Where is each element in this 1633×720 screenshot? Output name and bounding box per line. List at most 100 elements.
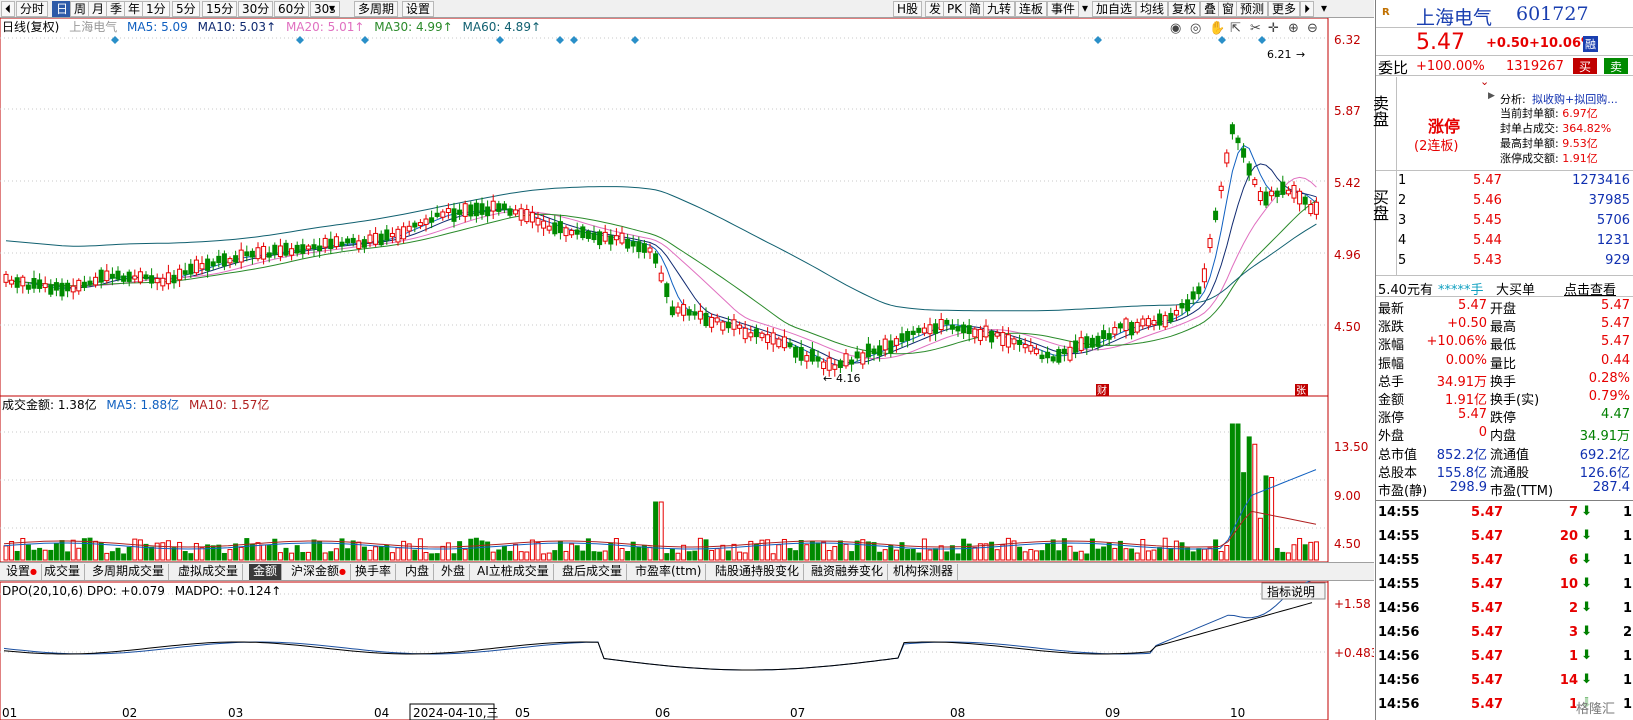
events-button[interactable]: 事件 bbox=[1047, 1, 1080, 17]
ind-tab-settings[interactable]: 设置● bbox=[2, 564, 42, 580]
indicator-help-label: 指标说明 bbox=[1267, 584, 1315, 599]
period-tab-year[interactable]: 年 bbox=[124, 1, 145, 17]
big-order-link[interactable]: 点击查看 bbox=[1564, 279, 1616, 298]
candle-body bbox=[1196, 286, 1202, 295]
period-tab-day[interactable]: 日 bbox=[52, 1, 73, 17]
candle-body bbox=[406, 225, 412, 232]
period-tab-intraday[interactable]: 分时 bbox=[16, 1, 49, 17]
candle-body bbox=[440, 211, 446, 218]
ma20-label: MA20: 5.01↑ bbox=[286, 20, 364, 34]
multi-period-button[interactable]: 多周期 bbox=[354, 1, 399, 17]
adjust-button[interactable]: 复权 bbox=[1168, 1, 1201, 17]
big-order-label: 大买单 bbox=[1496, 283, 1536, 298]
ma-lines-button[interactable]: 均线 bbox=[1136, 1, 1169, 17]
dropdown-arrow-icon[interactable]: ▾ bbox=[326, 1, 338, 17]
ind-tab-volume[interactable]: 成交量 bbox=[40, 564, 86, 580]
nav-prev-icon[interactable]: ⏴ bbox=[1, 1, 16, 17]
cursor-icon[interactable]: ⇱ bbox=[1230, 21, 1241, 36]
candle-body bbox=[916, 327, 922, 333]
volume-bar bbox=[608, 542, 614, 561]
ind-tab-ai-volume[interactable]: AI立桩成交量 bbox=[473, 564, 554, 580]
ring-icon[interactable]: ◎ bbox=[1190, 21, 1201, 36]
period-tab-month[interactable]: 月 bbox=[88, 1, 109, 17]
stat-value: 4.47 bbox=[1601, 407, 1630, 423]
window-button[interactable]: 窗 bbox=[1218, 1, 1239, 17]
ind-tab-virtual-volume[interactable]: 虚拟成交量 bbox=[174, 564, 244, 580]
candle-body bbox=[804, 355, 810, 362]
events-dropdown-icon[interactable]: ▾ bbox=[1079, 1, 1091, 17]
down-arrow-icon: ⬇ bbox=[1581, 552, 1592, 567]
candle-body bbox=[305, 245, 311, 250]
volume-bar bbox=[1022, 551, 1028, 561]
issue-button[interactable]: 发 bbox=[925, 1, 946, 17]
volume-bar bbox=[1106, 542, 1112, 561]
period-tab-5min[interactable]: 5分 bbox=[172, 1, 200, 17]
bid-row[interactable]: 2 5.46 37985 bbox=[1398, 193, 1633, 213]
candle-body bbox=[1269, 190, 1275, 197]
volume-bar bbox=[725, 550, 731, 561]
pk-button[interactable]: PK bbox=[943, 1, 967, 17]
add-watchlist-button[interactable]: 加自选 bbox=[1092, 1, 1137, 17]
tick-time: 14:55 bbox=[1378, 529, 1420, 544]
stat-value: 1.91亿 bbox=[1445, 392, 1487, 408]
volume-bar bbox=[1207, 547, 1213, 561]
ind-tab-after-hours[interactable]: 盘后成交量 bbox=[558, 564, 628, 580]
limit-streak-button[interactable]: 连板 bbox=[1015, 1, 1048, 17]
nine-turn-button[interactable]: 九转 bbox=[983, 1, 1016, 17]
volume-bar bbox=[378, 546, 384, 561]
bid-row[interactable]: 4 5.44 1231 bbox=[1398, 233, 1633, 253]
ind-tab-institution[interactable]: 机构探测器 bbox=[889, 564, 959, 580]
ind-tab-inner[interactable]: 内盘 bbox=[401, 564, 435, 580]
settings-button[interactable]: 设置 bbox=[402, 1, 435, 17]
volume-bar bbox=[1308, 541, 1314, 561]
eye-icon[interactable]: ◉ bbox=[1170, 21, 1181, 36]
period-tab-60min[interactable]: 60分 bbox=[274, 1, 310, 17]
candle-body bbox=[832, 364, 838, 370]
ind-tab-hs-amount[interactable]: 沪深金额● bbox=[287, 564, 351, 580]
ind-tab-turnover[interactable]: 换手率 bbox=[351, 564, 397, 580]
ind-tab-pe-ttm[interactable]: 市盈率(ttm) bbox=[631, 564, 707, 580]
bid-row[interactable]: 1 5.47 1273416 bbox=[1398, 173, 1633, 193]
volume-bar bbox=[843, 543, 849, 561]
scissors-icon[interactable]: ✂ bbox=[1250, 21, 1261, 36]
ind-tab-multi-volume[interactable]: 多周期成交量 bbox=[88, 564, 170, 580]
analysis-link[interactable]: 拟收购+拟回购... bbox=[1532, 91, 1618, 107]
hk-share-button[interactable]: H股 bbox=[893, 1, 923, 17]
bid-row[interactable]: 5 5.43 929 bbox=[1398, 253, 1633, 273]
candle-body bbox=[216, 255, 222, 264]
buy-button[interactable]: 买 bbox=[1573, 58, 1597, 74]
ind-tab-amount[interactable]: 金额 bbox=[249, 564, 283, 580]
period-tab-15min[interactable]: 15分 bbox=[202, 1, 238, 17]
overlay-button[interactable]: 叠 bbox=[1200, 1, 1221, 17]
zoom-out-icon[interactable]: ⊖ bbox=[1307, 21, 1318, 36]
buy-side-label: 买盘 bbox=[1370, 189, 1389, 221]
stats-row: 总市值 852.2亿 流通值 692.2亿 bbox=[1376, 444, 1633, 463]
period-tab-week[interactable]: 周 bbox=[70, 1, 91, 17]
bid-price: 5.44 bbox=[1473, 233, 1502, 248]
nav-down-icon[interactable]: ▾ bbox=[1318, 1, 1330, 17]
nav-next-icon[interactable]: ⏵ bbox=[1300, 1, 1315, 17]
more-button[interactable]: 更多 bbox=[1268, 1, 1301, 17]
ind-tab-outer[interactable]: 外盘 bbox=[437, 564, 471, 580]
candle-body bbox=[933, 323, 939, 334]
ind-tab-northbound[interactable]: 陆股通持股变化 bbox=[711, 564, 805, 580]
candle-body bbox=[1157, 313, 1163, 326]
period-tab-quarter[interactable]: 季 bbox=[106, 1, 127, 17]
hand-icon[interactable]: ✋ bbox=[1209, 20, 1225, 36]
tick-price: 5.47 bbox=[1471, 649, 1504, 664]
bid-row[interactable]: 3 5.45 5706 bbox=[1398, 213, 1633, 233]
period-tab-30min[interactable]: 30分 bbox=[238, 1, 274, 17]
stat-key: 总股本 bbox=[1378, 465, 1418, 481]
volume-bar bbox=[815, 542, 821, 561]
chart-canvas[interactable]: 日线(复权) 上海电气 MA5: 5.09 MA10: 5.03↑ MA20: … bbox=[0, 18, 1374, 720]
forecast-button[interactable]: 预测 bbox=[1236, 1, 1269, 17]
ma10-label: MA10: 5.03↑ bbox=[198, 20, 276, 34]
sell-button[interactable]: 卖 bbox=[1604, 58, 1628, 74]
ind-tab-margin[interactable]: 融资融券变化 bbox=[807, 564, 889, 580]
simple-button[interactable]: 简 bbox=[965, 1, 986, 17]
crosshair-icon[interactable]: ✛ bbox=[1268, 21, 1279, 36]
zoom-in-icon[interactable]: ⊕ bbox=[1288, 21, 1299, 36]
candle-body bbox=[434, 212, 440, 217]
candle-body bbox=[496, 203, 502, 212]
period-tab-1min[interactable]: 1分 bbox=[142, 1, 170, 17]
